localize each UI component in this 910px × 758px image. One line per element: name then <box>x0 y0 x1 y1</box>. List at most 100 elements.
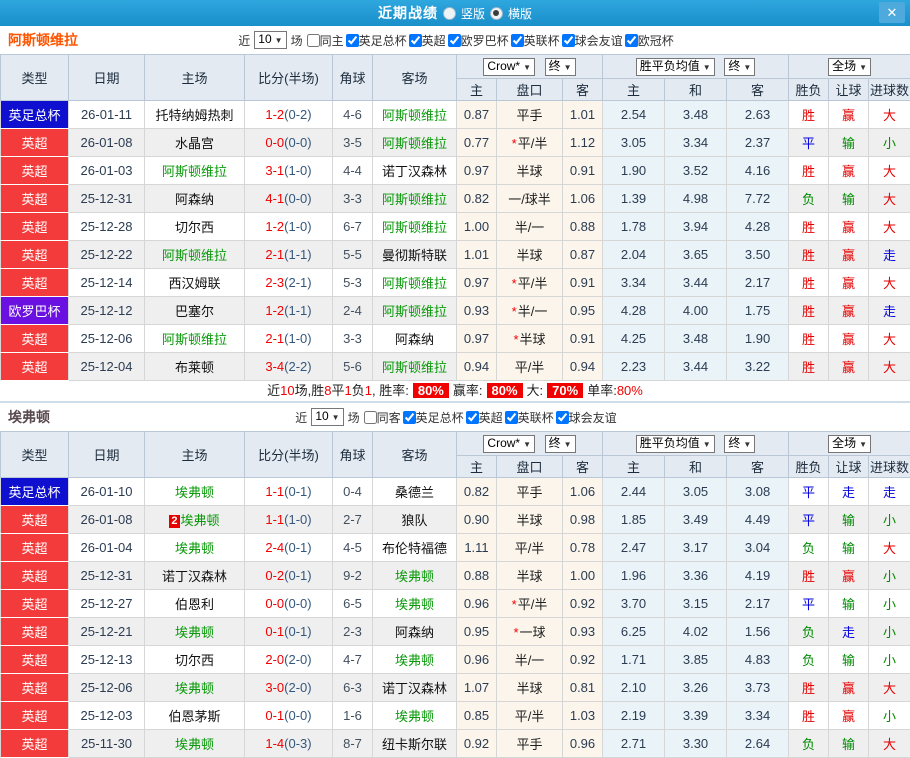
league-filter-4[interactable]: 球会友谊 <box>562 32 623 49</box>
home-team-name: 布莱顿 <box>175 360 214 375</box>
league-filter-1-checkbox[interactable] <box>409 34 422 47</box>
page-title: 近期战绩 <box>378 3 438 23</box>
same-venue-filter-checkbox[interactable] <box>307 34 320 47</box>
handicap-text: 半/一 <box>515 220 545 235</box>
avg-home-odds: 1.39 <box>603 185 665 213</box>
league-filter-1[interactable]: 英超 <box>466 409 503 426</box>
final-odds-select-2[interactable]: 终 <box>724 58 755 76</box>
result-handicap: 赢 <box>829 325 869 353</box>
home-water-odds: 0.77 <box>457 129 497 157</box>
away-team: 阿斯顿维拉 <box>373 213 457 241</box>
league-filter-2-checkbox[interactable] <box>505 411 518 424</box>
league-filter-0[interactable]: 英足总杯 <box>403 409 464 426</box>
horizontal-layout-label: 横版 <box>508 5 532 22</box>
final-odds-select[interactable]: 终 <box>545 58 576 76</box>
avg-odds-select[interactable]: 胜平负均值 <box>636 435 715 453</box>
avg-home-odds: 2.19 <box>603 702 665 730</box>
away-team-name: 诺丁汉森林 <box>382 681 447 696</box>
home-team: 埃弗顿 <box>145 478 245 506</box>
away-team: 阿斯顿维拉 <box>373 101 457 129</box>
score: 3-1(1-0) <box>245 157 333 185</box>
home-water-odds: 0.88 <box>457 562 497 590</box>
fulltime-score: 3-4 <box>265 359 284 374</box>
result-outcome: 平 <box>789 129 829 157</box>
away-water-odds: 0.91 <box>563 269 603 297</box>
away-team-name: 桑德兰 <box>395 485 434 500</box>
league-filter-1-checkbox[interactable] <box>466 411 479 424</box>
col-away: 客场 <box>373 432 457 478</box>
league-filter-3-checkbox[interactable] <box>556 411 569 424</box>
same-venue-filter-checkbox[interactable] <box>364 411 377 424</box>
result-handicap: 输 <box>829 506 869 534</box>
avg-draw-odds: 3.48 <box>665 101 727 129</box>
same-venue-filter[interactable]: 同主 <box>307 32 344 49</box>
league-filter-2[interactable]: 欧罗巴杯 <box>448 32 509 49</box>
handicap-text: 平/半 <box>515 709 545 724</box>
league-filter-1[interactable]: 英超 <box>409 32 446 49</box>
score: 1-1(1-0) <box>245 506 333 534</box>
near-count-select[interactable]: 10 <box>254 31 286 49</box>
league-filter-2-checkbox[interactable] <box>448 34 461 47</box>
col-let-goal: 让球 <box>829 456 869 478</box>
near-count-select[interactable]: 10 <box>311 408 343 426</box>
league-filter-3[interactable]: 球会友谊 <box>556 409 617 426</box>
scope-select[interactable]: 全场 <box>828 58 871 76</box>
home-team: 水晶宫 <box>145 129 245 157</box>
league-filter-0-checkbox[interactable] <box>346 34 359 47</box>
col-date: 日期 <box>69 432 145 478</box>
handicap-text: 半/一 <box>515 653 545 668</box>
away-team: 狼队 <box>373 506 457 534</box>
handicap-text: 半球 <box>516 248 542 263</box>
away-water-odds: 0.93 <box>563 618 603 646</box>
home-team: 切尔西 <box>145 213 245 241</box>
vertical-layout-radio[interactable] <box>443 7 456 20</box>
avg-draw-odds: 3.36 <box>665 562 727 590</box>
match-date: 25-12-22 <box>69 241 145 269</box>
away-team: 桑德兰 <box>373 478 457 506</box>
league-filter-5-checkbox[interactable] <box>625 34 638 47</box>
bookmaker-select[interactable]: Crow* <box>483 58 535 76</box>
home-team: 巴塞尔 <box>145 297 245 325</box>
same-venue-filter[interactable]: 同客 <box>364 409 401 426</box>
fulltime-score: 1-2 <box>265 303 284 318</box>
final-odds-select-2[interactable]: 终 <box>724 435 755 453</box>
league-filter-0-checkbox[interactable] <box>403 411 416 424</box>
result-outcome: 平 <box>789 590 829 618</box>
result-outcome: 胜 <box>789 269 829 297</box>
final-odds-select[interactable]: 终 <box>545 435 576 453</box>
league-filter-3-checkbox[interactable] <box>511 34 524 47</box>
handicap-line: 平手 <box>497 478 563 506</box>
league-filter-2[interactable]: 英联杯 <box>505 409 554 426</box>
home-team-name: 埃弗顿 <box>175 681 214 696</box>
result-handicap: 输 <box>829 129 869 157</box>
avg-odds-select[interactable]: 胜平负均值 <box>636 58 715 76</box>
handicap-text: 半球 <box>516 513 542 528</box>
league-filter-4-checkbox[interactable] <box>562 34 575 47</box>
home-team: 2埃弗顿 <box>145 506 245 534</box>
away-team: 阿斯顿维拉 <box>373 353 457 381</box>
handicap-text: 半球 <box>520 332 546 347</box>
handicap-text: 半球 <box>516 681 542 696</box>
league-filter-3[interactable]: 英联杯 <box>511 32 560 49</box>
handicap-line: 一/球半 <box>497 185 563 213</box>
home-water-odds: 1.11 <box>457 534 497 562</box>
scope-select[interactable]: 全场 <box>828 435 871 453</box>
league-badge: 英超 <box>1 157 69 185</box>
home-team-name: 埃弗顿 <box>175 485 214 500</box>
result-goals: 大 <box>869 101 910 129</box>
away-water-odds: 0.81 <box>563 674 603 702</box>
league-badge: 英超 <box>1 269 69 297</box>
col-home: 主场 <box>145 432 245 478</box>
score: 0-0(0-0) <box>245 129 333 157</box>
result-goals: 大 <box>869 185 910 213</box>
match-row: 英超25-12-31诺丁汉森林0-2(0-1)9-2埃弗顿0.88半球1.001… <box>1 562 910 590</box>
close-button[interactable]: ✕ <box>879 2 905 23</box>
bookmaker-select[interactable]: Crow* <box>483 435 535 453</box>
horizontal-layout-radio[interactable] <box>490 7 503 20</box>
away-team-name: 狼队 <box>401 513 427 528</box>
league-filter-0[interactable]: 英足总杯 <box>346 32 407 49</box>
league-filter-5[interactable]: 欧冠杯 <box>625 32 674 49</box>
handicap-text: 半/一 <box>518 304 548 319</box>
fulltime-score: 0-0 <box>265 596 284 611</box>
home-team-name: 埃弗顿 <box>181 513 220 528</box>
